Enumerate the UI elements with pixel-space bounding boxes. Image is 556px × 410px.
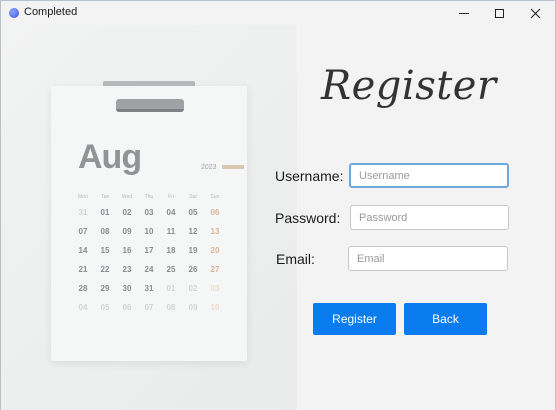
calendar-day: 03: [144, 208, 154, 217]
calendar-day: 19: [188, 246, 198, 255]
calendar-day: 02: [122, 208, 132, 217]
calendar-day: 05: [100, 303, 110, 312]
calendar-day: 07: [78, 227, 88, 236]
calendar-day: 29: [100, 284, 110, 293]
calendar-day: 11: [166, 227, 176, 236]
calendar-year: 2023: [201, 164, 217, 171]
calendar-day: 10: [210, 303, 220, 312]
calendar-day: 01: [166, 284, 176, 293]
calendar-weekday: Tue: [100, 194, 110, 200]
calendar-weekday: Fri: [168, 194, 174, 200]
minimize-button[interactable]: [444, 1, 484, 25]
calendar-weekday: Sun: [210, 194, 220, 200]
calendar-day: 25: [166, 265, 176, 274]
close-icon: [530, 8, 540, 18]
calendar-day: 26: [188, 265, 198, 274]
calendar-day: 05: [188, 208, 198, 217]
calendar-day: 10: [144, 227, 154, 236]
page-title: Register: [321, 63, 497, 109]
calendar-day: 22: [100, 265, 110, 274]
calendar-day: 09: [188, 303, 198, 312]
calendar-day: 21: [78, 265, 88, 274]
calendar-day: 18: [166, 246, 176, 255]
calendar-day: 08: [166, 303, 176, 312]
minimize-icon: [459, 12, 469, 14]
email-input[interactable]: Email: [348, 246, 508, 271]
calendar-weekday: Sat: [189, 194, 197, 200]
calendar-day: 06: [210, 208, 220, 217]
calendar-day: 14: [78, 246, 88, 255]
calendar-photo: Aug 2023 Mon Tue Wed Thu Fri Sat Sun 31 01 02 03 04…: [1, 25, 297, 410]
calendar-day: 06: [122, 303, 132, 312]
calendar-day: 23: [122, 265, 132, 274]
app-window: Completed Aug 2023 Mon Tue Wed Thu Fri Sat Sun…: [0, 0, 556, 410]
close-button[interactable]: [515, 1, 555, 25]
calendar-weekday: Mon: [78, 194, 88, 200]
calendar-day: 13: [210, 227, 220, 236]
maximize-icon: [494, 8, 504, 18]
binder-clip: [116, 99, 184, 112]
email-label: Email:: [276, 251, 315, 267]
calendar-day: 31: [78, 208, 88, 217]
calendar-day: 17: [144, 246, 154, 255]
calendar-day: 09: [122, 227, 132, 236]
year-accent-bar: [222, 165, 244, 169]
username-label: Username:: [275, 168, 344, 184]
calendar-day: 04: [78, 303, 88, 312]
calendar-day: 16: [122, 246, 132, 255]
calendar-month: Aug: [78, 138, 142, 176]
back-button[interactable]: Back: [404, 303, 487, 335]
calendar-day: 27: [210, 265, 220, 274]
calendar-day: 28: [78, 284, 88, 293]
calendar-page: Aug 2023 Mon Tue Wed Thu Fri Sat Sun 31 01 02 03 04…: [51, 86, 247, 361]
calendar-day: 04: [166, 208, 176, 217]
calendar-day: 20: [210, 246, 220, 255]
calendar-day: 02: [188, 284, 198, 293]
calendar-weekday: Thu: [144, 194, 154, 200]
maximize-button[interactable]: [479, 1, 519, 25]
calendar-day: 24: [144, 265, 154, 274]
calendar-weekday: Wed: [121, 194, 133, 200]
title-bar: Completed: [1, 1, 555, 25]
window-title: Completed: [24, 6, 78, 18]
calendar-day: 15: [100, 246, 110, 255]
password-input[interactable]: Password: [350, 205, 509, 230]
calendar-day: 31: [144, 284, 154, 293]
app-icon: [9, 8, 19, 18]
calendar-day: 08: [100, 227, 110, 236]
register-button[interactable]: Register: [313, 303, 396, 335]
calendar-day: 07: [144, 303, 154, 312]
calendar-day: 30: [122, 284, 132, 293]
calendar-day: 12: [188, 227, 198, 236]
calendar-day: 03: [210, 284, 220, 293]
calendar-day: 01: [100, 208, 110, 217]
username-input[interactable]: Username: [349, 163, 509, 188]
password-label: Password:: [275, 210, 341, 226]
